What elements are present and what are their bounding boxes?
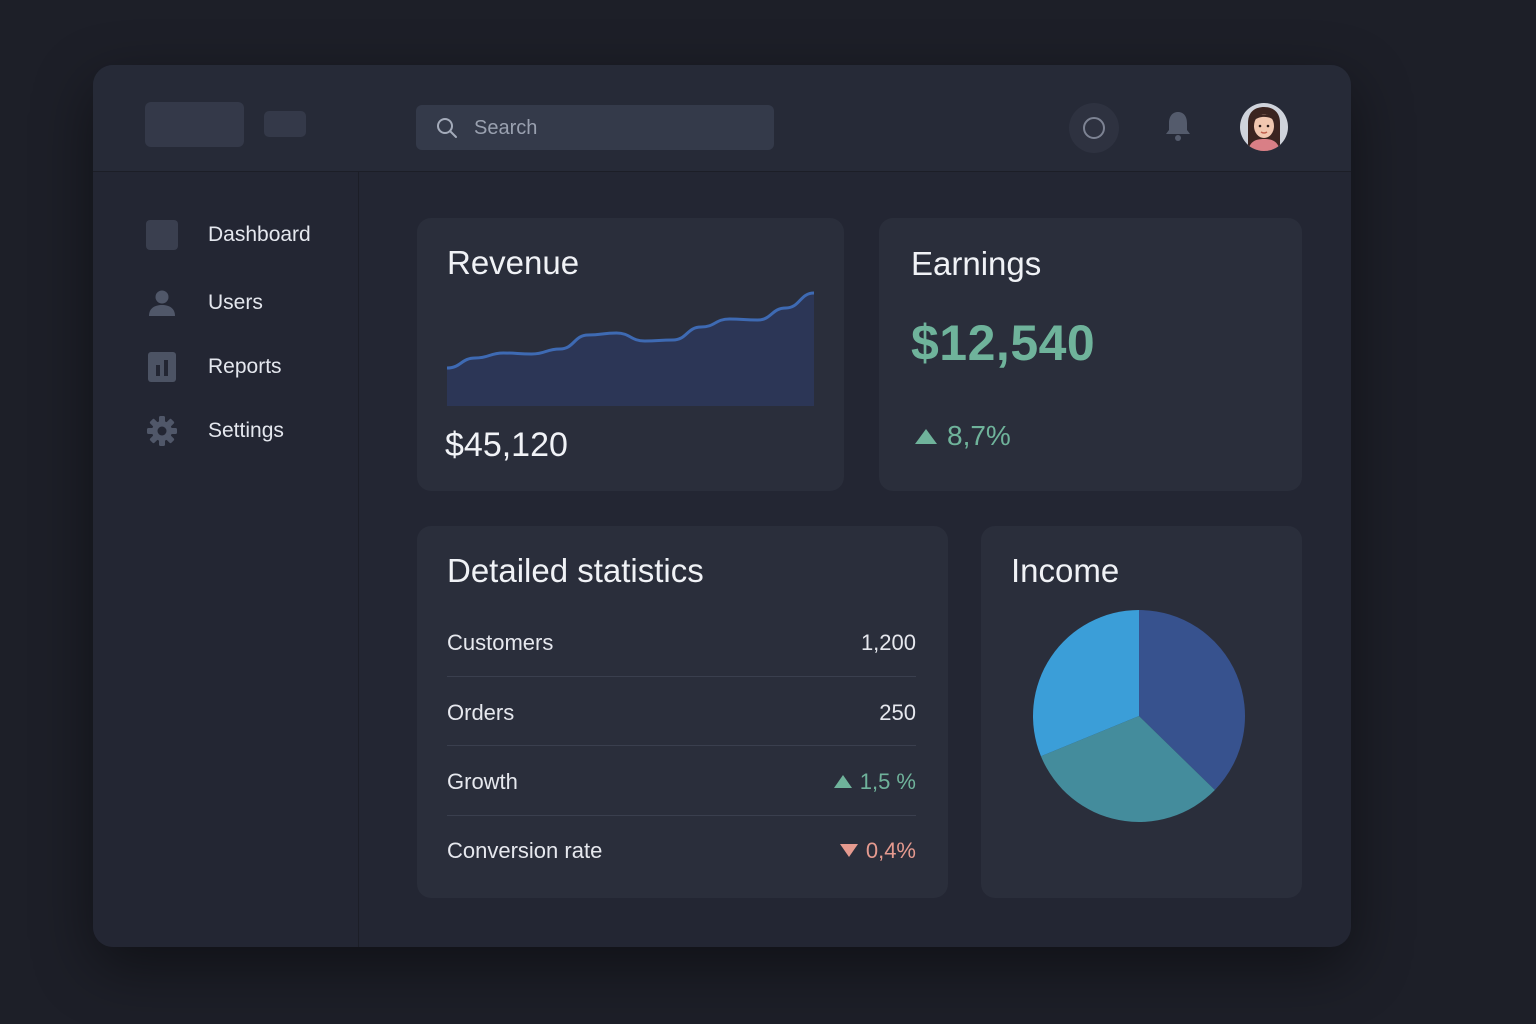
gear-icon: [145, 414, 179, 448]
earnings-change: 8,7%: [915, 420, 1011, 452]
app-window: Dashboard Users Reports: [93, 65, 1351, 947]
logo-placeholder[interactable]: [145, 102, 244, 147]
stat-value-trend: 0,4%: [839, 837, 916, 864]
stat-value-trend: 1,5 %: [833, 768, 916, 795]
sidebar-item-label: Reports: [208, 355, 282, 378]
stat-value: 0,4%: [865, 837, 916, 863]
earnings-value: $12,540: [911, 315, 1096, 371]
income-pie-chart: [1033, 610, 1245, 822]
trend-up-icon: [915, 428, 937, 444]
sidebar-item-label: Dashboard: [208, 223, 311, 246]
status-button[interactable]: [1069, 103, 1119, 153]
dashboard-square-icon: [145, 218, 179, 252]
sidebar-item-users[interactable]: Users: [145, 285, 345, 321]
avatar[interactable]: [1240, 103, 1288, 151]
search-bar[interactable]: [416, 105, 774, 152]
search-icon: [437, 118, 457, 138]
bell-icon[interactable]: [1163, 109, 1193, 143]
income-card: Income: [981, 526, 1302, 898]
stat-row-conversion-rate: Conversion rate 0,4%: [447, 816, 916, 885]
sidebar-item-reports[interactable]: Reports: [145, 349, 345, 385]
trend-down-icon: [839, 844, 858, 857]
user-icon: [145, 286, 179, 320]
sidebar-item-label: Settings: [208, 419, 284, 442]
sidebar-item-dashboard[interactable]: Dashboard: [145, 217, 345, 253]
stat-row-growth: Growth 1,5 %: [447, 747, 916, 816]
divider: [447, 676, 916, 677]
earnings-change-value: 8,7%: [947, 420, 1011, 451]
statistics-card: Detailed statistics Customers 1,200 Orde…: [417, 526, 948, 898]
stat-label: Customers: [447, 629, 554, 655]
stat-label: Orders: [447, 699, 515, 725]
brand-bar: [93, 65, 358, 172]
sidebar-item-settings[interactable]: Settings: [145, 413, 345, 449]
stat-value: 1,200: [860, 629, 916, 655]
stat-row-orders: Orders 250: [447, 678, 916, 747]
sidebar-item-label: Users: [208, 291, 263, 314]
earnings-card: Earnings $12,540 8,7%: [879, 218, 1302, 491]
revenue-area: [447, 293, 814, 406]
stat-row-customers: Customers 1,200: [447, 608, 916, 677]
stat-label: Conversion rate: [447, 837, 603, 863]
circle-icon: [1083, 117, 1105, 139]
revenue-card: Revenue $45,120: [417, 218, 844, 491]
sidebar: [93, 65, 359, 947]
earnings-title: Earnings: [911, 245, 1042, 282]
revenue-value: $45,120: [445, 426, 568, 464]
menu-toggle-button[interactable]: [264, 111, 306, 137]
stat-label: Growth: [447, 768, 518, 794]
stat-value: 250: [879, 699, 916, 725]
trend-up-icon: [833, 775, 852, 788]
search-input[interactable]: [472, 105, 756, 152]
stat-value: 1,5 %: [859, 768, 916, 794]
top-bar: [358, 65, 1351, 172]
bar-chart-icon: [145, 350, 179, 384]
statistics-title: Detailed statistics: [447, 552, 704, 589]
divider: [447, 745, 916, 746]
